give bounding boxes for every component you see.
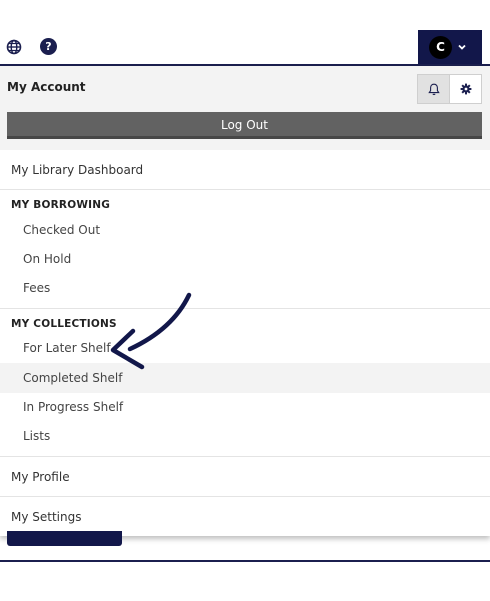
menu-divider (0, 189, 490, 190)
on-hold-link[interactable]: On Hold (0, 244, 490, 274)
my-profile-link[interactable]: My Profile (0, 470, 490, 484)
gear-icon (460, 83, 472, 95)
account-title: My Account (7, 80, 86, 94)
avatar: C (429, 36, 452, 59)
page-divider (0, 560, 490, 562)
help-icon[interactable]: ? (40, 38, 57, 55)
my-library-dashboard-link[interactable]: My Library Dashboard (0, 163, 490, 177)
top-navigation-bar: ? C (0, 0, 490, 66)
account-header: My Account Log Out (0, 66, 490, 150)
my-settings-link[interactable]: My Settings (0, 510, 490, 524)
globe-icon[interactable] (6, 39, 22, 55)
user-menu-button[interactable]: C (418, 30, 482, 65)
settings-button[interactable] (449, 74, 482, 104)
in-progress-shelf-link[interactable]: In Progress Shelf (0, 392, 490, 422)
pointer-arrow-annotation (110, 292, 192, 370)
underlying-page-button (7, 531, 122, 546)
bell-icon (428, 83, 440, 96)
menu-divider (0, 496, 490, 497)
completed-shelf-link[interactable]: Completed Shelf (0, 363, 490, 393)
log-out-button[interactable]: Log Out (7, 112, 482, 139)
checked-out-link[interactable]: Checked Out (0, 215, 490, 245)
help-glyph: ? (45, 40, 52, 53)
lists-link[interactable]: Lists (0, 421, 490, 451)
for-later-shelf-link[interactable]: For Later Shelf (0, 333, 490, 363)
menu-divider (0, 308, 490, 309)
chevron-down-icon (458, 44, 466, 50)
notifications-button[interactable] (417, 74, 450, 104)
account-dropdown-menu: My Account Log Out My Library Dashboard (0, 66, 490, 536)
fees-link[interactable]: Fees (0, 273, 490, 303)
my-borrowing-heading: MY BORROWING (11, 199, 111, 211)
menu-divider (0, 456, 490, 457)
